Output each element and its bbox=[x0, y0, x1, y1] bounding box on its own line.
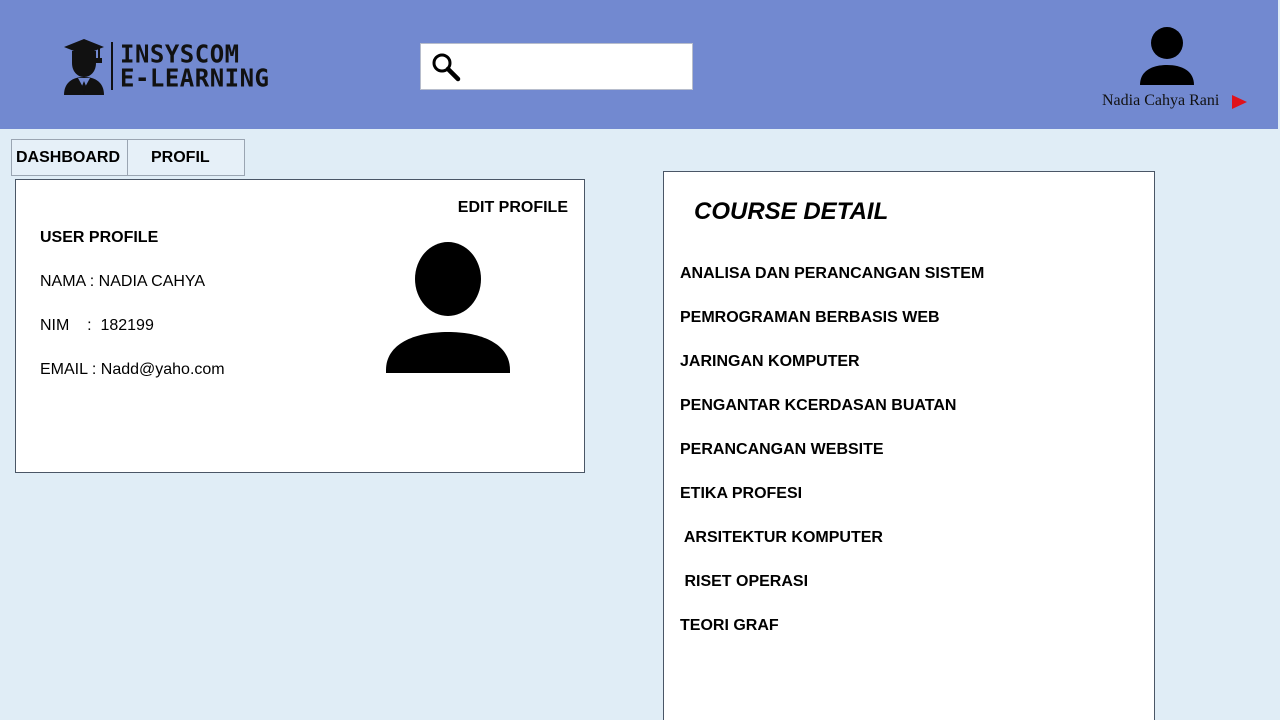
tab-dashboard[interactable]: DASHBOARD bbox=[12, 140, 128, 175]
course-item[interactable]: JARINGAN KOMPUTER bbox=[680, 353, 984, 397]
brand-logo[interactable]: INSYSCOM E-LEARNING bbox=[62, 37, 270, 95]
top-header: INSYSCOM E-LEARNING Nadia Cahya Rani bbox=[0, 0, 1278, 129]
course-item[interactable]: ANALISA DAN PERANCANGAN SISTEM bbox=[680, 265, 984, 309]
brand-name: INSYSCOM E-LEARNING bbox=[120, 41, 270, 93]
search-icon[interactable] bbox=[431, 52, 461, 82]
profile-heading: USER PROFILE bbox=[40, 229, 159, 246]
course-item[interactable]: ETIKA PROFESI bbox=[680, 485, 984, 529]
course-item[interactable]: PEMROGRAMAN BERBASIS WEB bbox=[680, 309, 984, 353]
profile-details: USER PROFILE NAMA : NADIA CAHYA NIM : 18… bbox=[40, 229, 225, 405]
logo-divider bbox=[111, 42, 113, 90]
course-item[interactable]: PERANCANGAN WEBSITE bbox=[680, 441, 984, 485]
course-detail-card: COURSE DETAIL ANALISA DAN PERANCANGAN SI… bbox=[663, 171, 1155, 720]
course-item[interactable]: RISET OPERASI bbox=[680, 573, 984, 617]
graduate-icon bbox=[64, 39, 104, 95]
course-item[interactable]: PENGANTAR KCERDASAN BUATAN bbox=[680, 397, 984, 441]
course-detail-title: COURSE DETAIL bbox=[694, 198, 889, 225]
course-item[interactable]: ARSITEKTUR KOMPUTER bbox=[680, 529, 984, 573]
brand-line-2: E-LEARNING bbox=[120, 63, 270, 93]
edit-profile-button[interactable]: EDIT PROFILE bbox=[458, 199, 568, 217]
search-input[interactable] bbox=[420, 43, 693, 90]
profile-email: EMAIL : Nadd@yaho.com bbox=[40, 361, 225, 378]
tab-profil[interactable]: PROFIL bbox=[128, 140, 210, 175]
profile-name: NAMA : NADIA CAHYA bbox=[40, 273, 206, 290]
user-profile-card: EDIT PROFILE USER PROFILE NAMA : NADIA C… bbox=[15, 179, 585, 473]
user-icon bbox=[386, 242, 510, 373]
profile-nim: NIM : 182199 bbox=[40, 317, 154, 334]
tab-bar: DASHBOARD PROFIL bbox=[11, 139, 245, 176]
triangle-right-icon[interactable] bbox=[1232, 95, 1247, 109]
user-menu[interactable]: Nadia Cahya Rani bbox=[1102, 27, 1252, 117]
user-icon[interactable] bbox=[1138, 27, 1196, 87]
course-item[interactable]: TEORI GRAF bbox=[680, 617, 984, 661]
user-name[interactable]: Nadia Cahya Rani bbox=[1102, 92, 1219, 110]
course-list: ANALISA DAN PERANCANGAN SISTEM PEMROGRAM… bbox=[680, 265, 984, 661]
